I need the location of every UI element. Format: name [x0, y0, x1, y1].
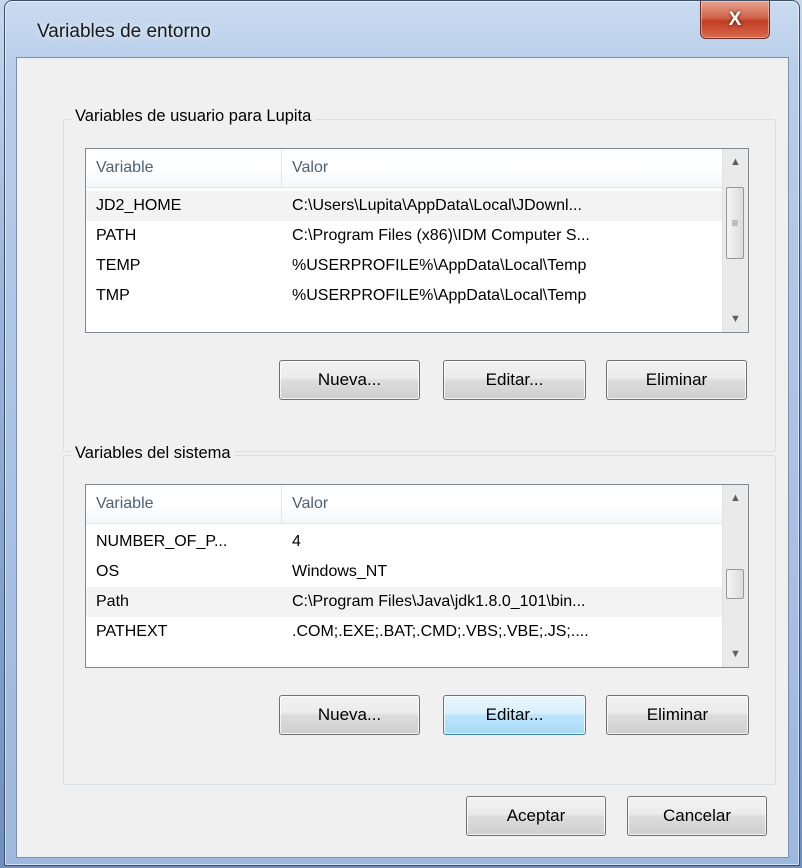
- variable-value: C:\Users\Lupita\AppData\Local\JDownl...: [292, 197, 582, 214]
- close-icon: X: [728, 8, 742, 30]
- grip-icon: ≡: [731, 216, 739, 230]
- list-item[interactable]: NUMBER_OF_P... 4: [86, 527, 748, 557]
- variable-value: %USERPROFILE%\AppData\Local\Temp: [292, 287, 587, 304]
- scroll-up-icon[interactable]: ▲: [723, 485, 748, 511]
- variable-name: NUMBER_OF_P...: [96, 533, 228, 550]
- variable-name: OS: [96, 563, 120, 580]
- scroll-down-icon[interactable]: ▼: [723, 641, 748, 667]
- scroll-up-icon[interactable]: ▲: [723, 149, 748, 175]
- variable-value: 4: [292, 533, 301, 550]
- list-item[interactable]: PATH C:\Program Files (x86)\IDM Computer…: [86, 221, 748, 251]
- variable-name: PATHEXT: [96, 623, 168, 640]
- system-edit-button[interactable]: Editar...: [443, 695, 586, 735]
- window-title: Variables de entorno: [37, 21, 211, 42]
- variable-name: TMP: [96, 287, 130, 304]
- list-header: Variable Valor: [86, 149, 748, 188]
- list-item[interactable]: PATHEXT .COM;.EXE;.BAT;.CMD;.VBS;.VBE;.J…: [86, 617, 748, 647]
- variable-name: TEMP: [96, 257, 141, 274]
- variable-name: Path: [96, 593, 129, 610]
- column-header-valor[interactable]: Valor: [282, 149, 722, 187]
- variable-value: %USERPROFILE%\AppData\Local\Temp: [292, 257, 587, 274]
- list-header: Variable Valor: [86, 485, 748, 524]
- user-edit-button[interactable]: Editar...: [443, 360, 586, 400]
- system-variables-group-label: Variables del sistema: [71, 444, 235, 463]
- column-header-valor[interactable]: Valor: [282, 485, 722, 523]
- list-item[interactable]: TEMP %USERPROFILE%\AppData\Local\Temp: [86, 251, 748, 281]
- list-item[interactable]: Path C:\Program Files\Java\jdk1.8.0_101\…: [86, 587, 748, 617]
- list-item[interactable]: OS Windows_NT: [86, 557, 748, 587]
- variable-name: PATH: [96, 227, 137, 244]
- scrollbar-thumb[interactable]: [726, 569, 744, 599]
- scrollbar-thumb[interactable]: ≡: [726, 187, 744, 259]
- user-variables-group-label: Variables de usuario para Lupita: [71, 107, 316, 126]
- variable-value: C:\Program Files\Java\jdk1.8.0_101\bin..…: [292, 593, 586, 610]
- close-button[interactable]: X: [700, 1, 770, 39]
- variable-name: JD2_HOME: [96, 197, 182, 214]
- vertical-scrollbar[interactable]: ▲ ≡ ▼: [722, 149, 748, 332]
- list-item[interactable]: TMP %USERPROFILE%\AppData\Local\Temp: [86, 281, 748, 311]
- ok-button[interactable]: Aceptar: [466, 796, 606, 836]
- system-new-button[interactable]: Nueva...: [279, 695, 420, 735]
- cancel-button[interactable]: Cancelar: [627, 796, 767, 836]
- vertical-scrollbar[interactable]: ▲ ▼: [722, 485, 748, 667]
- user-new-button[interactable]: Nueva...: [279, 360, 420, 400]
- list-item[interactable]: JD2_HOME C:\Users\Lupita\AppData\Local\J…: [86, 191, 748, 221]
- variable-value: .COM;.EXE;.BAT;.CMD;.VBS;.VBE;.JS;....: [292, 623, 589, 640]
- variable-value: Windows_NT: [292, 563, 388, 580]
- column-header-variable[interactable]: Variable: [86, 485, 282, 523]
- environment-variables-dialog: Variables de entorno X Variables de usua…: [4, 0, 800, 866]
- system-variables-list[interactable]: Variable Valor NUMBER_OF_P... 4 OS Windo…: [85, 484, 749, 668]
- user-delete-button[interactable]: Eliminar: [606, 360, 747, 400]
- system-delete-button[interactable]: Eliminar: [606, 695, 749, 735]
- variable-value: C:\Program Files (x86)\IDM Computer S...: [292, 227, 590, 244]
- dialog-client-area: Variables de usuario para Lupita Variabl…: [16, 57, 789, 858]
- scroll-down-icon[interactable]: ▼: [723, 306, 748, 332]
- user-variables-list[interactable]: Variable Valor JD2_HOME C:\Users\Lupita\…: [85, 148, 749, 333]
- column-header-variable[interactable]: Variable: [86, 149, 282, 187]
